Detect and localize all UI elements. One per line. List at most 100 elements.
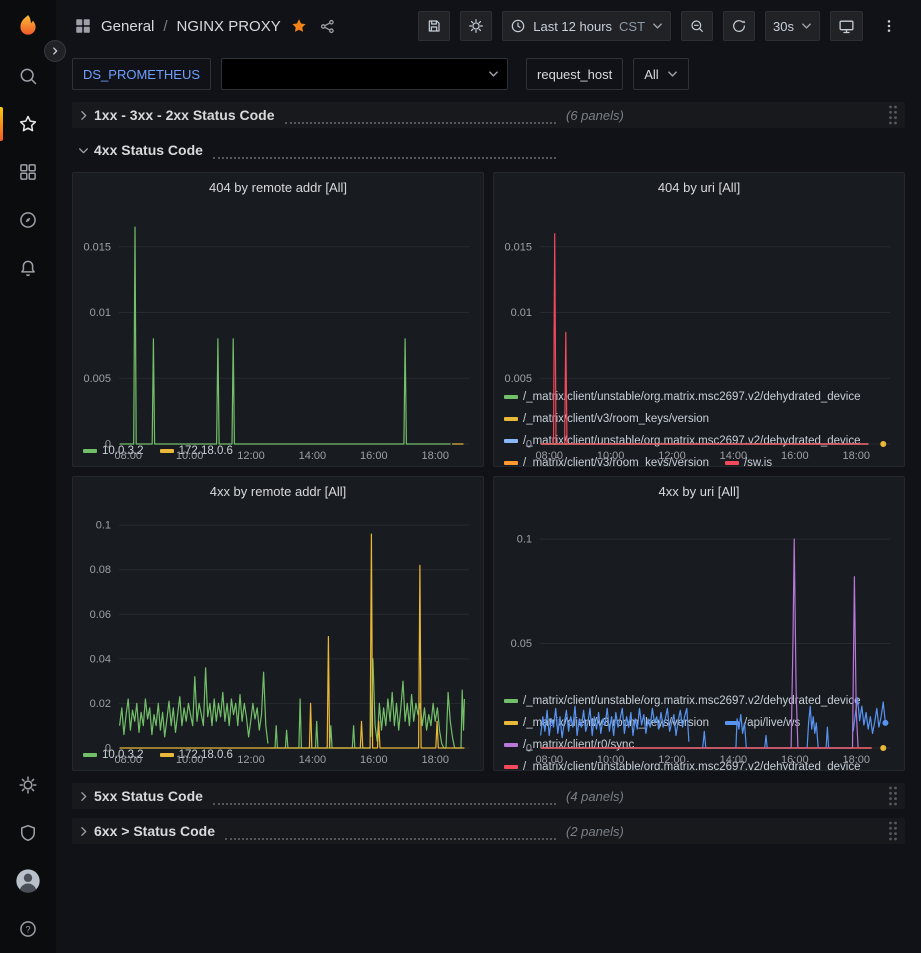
- request-host-value: All: [644, 67, 658, 82]
- refresh-interval-select[interactable]: 30s: [765, 11, 820, 41]
- sidebar-item-starred[interactable]: [0, 100, 56, 148]
- time-range-label: Last 12 hours: [533, 19, 612, 34]
- svg-text:12:00: 12:00: [658, 754, 686, 766]
- svg-text:0.05: 0.05: [511, 638, 532, 650]
- svg-text:0: 0: [526, 439, 532, 451]
- refresh-dashboard-button[interactable]: [723, 11, 755, 41]
- panel-header[interactable]: 404 by uri [All]: [494, 173, 904, 201]
- request-host-label-text: request_host: [537, 67, 612, 82]
- main-area: General / NGINX PROXY: [56, 0, 921, 953]
- drag-handle-icon: [886, 785, 900, 807]
- row-header-1xx-3xx-2xx[interactable]: 1xx - 3xx - 2xx Status Code (6 panels): [72, 102, 905, 128]
- row-title-group: 1xx - 3xx - 2xx Status Code: [94, 107, 556, 124]
- svg-text:16:00: 16:00: [781, 754, 809, 766]
- kebab-menu-icon: [881, 18, 897, 34]
- row-header-6xx[interactable]: 6xx > Status Code (2 panels): [72, 818, 905, 844]
- svg-text:10:00: 10:00: [176, 754, 204, 766]
- row-drag-handle[interactable]: [886, 820, 905, 842]
- row-panel-count: (6 panels): [566, 108, 624, 123]
- tv-mode-button[interactable]: [830, 11, 863, 41]
- sidebar-item-alerting[interactable]: [0, 244, 56, 292]
- sidebar-item-profile[interactable]: [0, 857, 56, 905]
- svg-text:14:00: 14:00: [720, 450, 748, 462]
- sidebar-item-help[interactable]: ?: [0, 905, 56, 953]
- row-title: 4xx Status Code: [94, 142, 203, 158]
- timeseries-chart-4xx-by-remote-addr[interactable]: 00.020.040.060.080.108:0010:0012:0014:00…: [73, 505, 483, 744]
- row-header-5xx[interactable]: 5xx Status Code (4 panels): [72, 783, 905, 809]
- svg-text:12:00: 12:00: [237, 450, 265, 462]
- refresh-icon: [731, 18, 747, 34]
- svg-text:08:00: 08:00: [114, 754, 142, 766]
- svg-text:0.015: 0.015: [83, 241, 111, 253]
- navbar-actions: Last 12 hours CST 30s: [418, 11, 905, 41]
- svg-text:0.1: 0.1: [96, 520, 111, 532]
- row-panel-count: (4 panels): [566, 789, 624, 804]
- panel-title: 404 by remote addr [All]: [209, 180, 347, 195]
- zoom-out-time-button[interactable]: [681, 11, 713, 41]
- datasource-select[interactable]: [221, 58, 508, 90]
- breadcrumb-dashboard-title[interactable]: NGINX PROXY: [177, 18, 281, 35]
- chevron-down-icon: [652, 22, 663, 30]
- row-panel-count: (2 panels): [566, 824, 624, 839]
- sidebar-expand-button[interactable]: [44, 40, 66, 62]
- panel-header[interactable]: 4xx by remote addr [All]: [73, 477, 483, 505]
- row-title-group: 4xx Status Code: [94, 142, 556, 159]
- panel-header[interactable]: 4xx by uri [All]: [494, 477, 904, 505]
- favorite-star-button[interactable]: [290, 17, 308, 35]
- svg-text:0.08: 0.08: [90, 564, 111, 576]
- panel-404-by-uri: 404 by uri [All] 00.0050.010.01508:0010:…: [493, 172, 905, 467]
- svg-text:12:00: 12:00: [658, 450, 686, 462]
- panel-header[interactable]: 404 by remote addr [All]: [73, 173, 483, 201]
- request-host-select[interactable]: All: [633, 58, 688, 90]
- chevron-right-icon: [72, 109, 94, 122]
- chevron-right-icon: [72, 825, 94, 838]
- save-dashboard-button[interactable]: [418, 11, 450, 41]
- timeseries-chart-4xx-by-uri[interactable]: 00.050.108:0010:0012:0014:0016:0018:00: [494, 505, 904, 690]
- row-title-group: 5xx Status Code: [94, 788, 556, 805]
- sidebar-item-explore[interactable]: [0, 196, 56, 244]
- svg-text:?: ?: [25, 924, 30, 934]
- svg-text:0.015: 0.015: [504, 241, 532, 253]
- more-options-button[interactable]: [873, 11, 905, 41]
- sidebar-item-server-admin[interactable]: [0, 809, 56, 857]
- svg-text:14:00: 14:00: [720, 754, 748, 766]
- svg-text:0.005: 0.005: [504, 373, 532, 385]
- svg-text:08:00: 08:00: [114, 450, 142, 462]
- dashboard-settings-button[interactable]: [460, 11, 492, 41]
- svg-text:18:00: 18:00: [842, 450, 870, 462]
- datasource-variable-label[interactable]: DS_PROMETHEUS: [72, 58, 211, 90]
- chevron-down-icon: [72, 144, 94, 157]
- zoom-out-icon: [689, 18, 705, 34]
- svg-text:08:00: 08:00: [535, 450, 563, 462]
- svg-text:0.04: 0.04: [90, 653, 111, 665]
- svg-text:12:00: 12:00: [237, 754, 265, 766]
- row-drag-handle[interactable]: [886, 785, 905, 807]
- timeseries-chart-404-by-remote-addr[interactable]: 00.0050.010.01508:0010:0012:0014:0016:00…: [73, 201, 483, 440]
- chevron-right-icon: [72, 790, 94, 803]
- gear-icon: [468, 18, 484, 34]
- row-header-4xx[interactable]: 4xx Status Code: [72, 137, 905, 163]
- svg-text:0.1: 0.1: [517, 534, 532, 546]
- row-drag-handle[interactable]: [886, 104, 905, 126]
- timezone-label: CST: [619, 19, 645, 34]
- share-dashboard-button[interactable]: [319, 18, 336, 35]
- breadcrumb-folder[interactable]: General: [101, 18, 154, 35]
- save-icon: [426, 18, 442, 34]
- time-range-picker[interactable]: Last 12 hours CST: [502, 11, 671, 41]
- grafana-flame-icon: [15, 13, 41, 39]
- sidebar-item-dashboards[interactable]: [0, 148, 56, 196]
- sidebar-item-configuration[interactable]: [0, 761, 56, 809]
- star-filled-icon: [290, 17, 308, 35]
- dashboard-content: 1xx - 3xx - 2xx Status Code (6 panels) 4…: [56, 96, 921, 953]
- row-title: 1xx - 3xx - 2xx Status Code: [94, 107, 275, 123]
- breadcrumb: General / NGINX PROXY: [74, 17, 336, 35]
- drag-handle-icon: [886, 104, 900, 126]
- dashboards-grid-icon: [18, 162, 38, 182]
- row-title-group: 6xx > Status Code: [94, 823, 556, 840]
- star-icon: [18, 114, 38, 134]
- clock-icon: [510, 18, 526, 34]
- sidebar: ?: [0, 0, 56, 953]
- timeseries-chart-404-by-uri[interactable]: 00.0050.010.01508:0010:0012:0014:0016:00…: [494, 201, 904, 386]
- request-host-variable-label[interactable]: request_host: [526, 58, 623, 90]
- svg-text:08:00: 08:00: [535, 754, 563, 766]
